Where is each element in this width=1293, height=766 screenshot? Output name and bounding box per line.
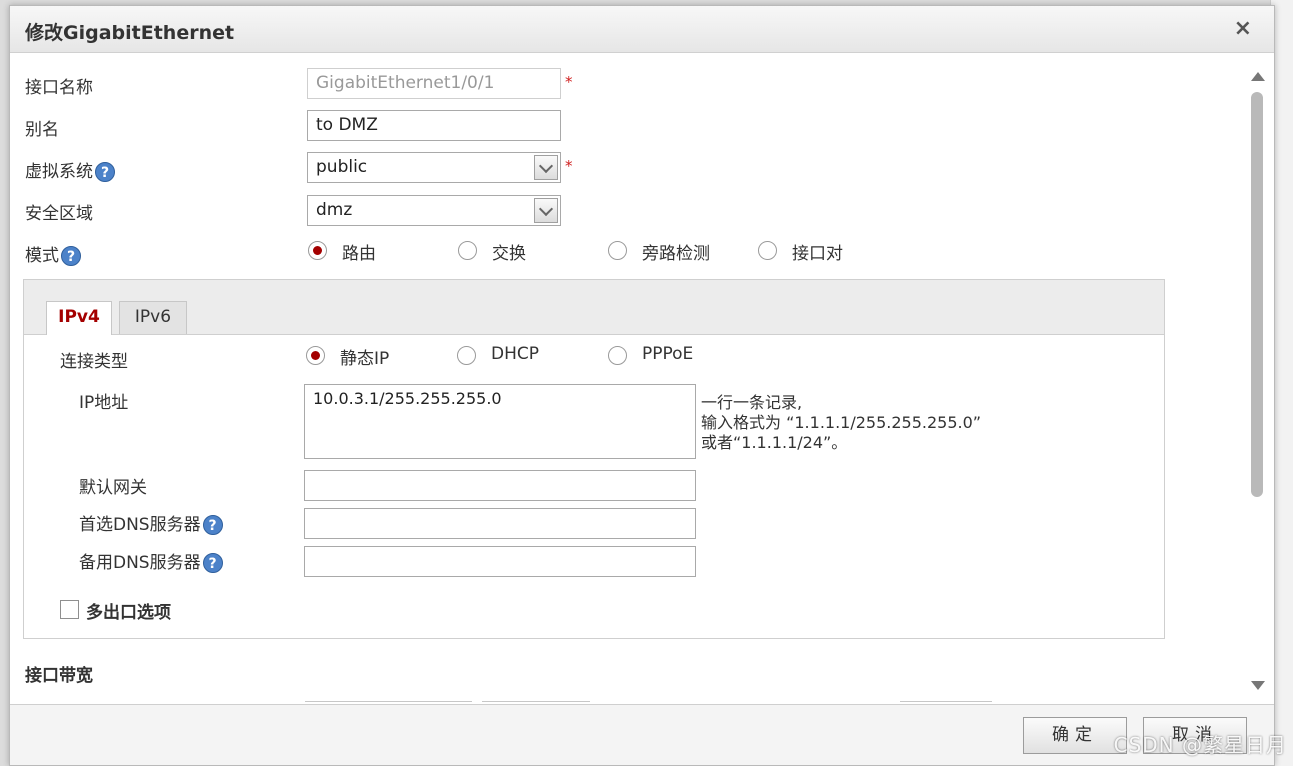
bandwidth-field-edge: [305, 701, 472, 702]
help-icon[interactable]: ?: [61, 246, 81, 266]
dns1-input[interactable]: [304, 508, 696, 539]
scroll-thumb[interactable]: [1251, 92, 1263, 497]
vsys-select-value: public: [316, 157, 368, 177]
conn-pppoe-label: PPPoE: [642, 344, 694, 364]
vsys-label-text: 虚拟系统: [25, 162, 93, 182]
ip-hint-line2: 输入格式为 “1.1.1.1/255.255.255.0”: [701, 413, 982, 432]
mode-route-label: 路由: [342, 244, 376, 264]
vsys-select[interactable]: public: [307, 152, 561, 183]
gateway-input[interactable]: [304, 470, 696, 501]
mode-pair-label: 接口对: [792, 244, 843, 264]
zone-label: 安全区域: [25, 204, 93, 224]
multi-exit-label: 多出口选项: [86, 603, 171, 623]
tab-ipv6[interactable]: IPv6: [119, 301, 187, 334]
zone-select-value: dmz: [316, 200, 353, 220]
ok-button[interactable]: 确定: [1023, 717, 1127, 754]
ip-hint-line3: 或者“1.1.1.1/24”。: [701, 433, 848, 452]
alias-input[interactable]: to DMZ: [307, 110, 561, 141]
mode-label-text: 模式: [25, 246, 59, 266]
dialog-content: 接口名称 GigabitEthernet1/0/1 * 别名 to DMZ 虚拟…: [10, 53, 1250, 705]
chevron-down-icon[interactable]: [534, 155, 558, 180]
dns2-label: 备用DNS服务器?: [79, 548, 223, 573]
bandwidth-section-title: 接口带宽: [25, 666, 93, 686]
multi-exit-checkbox[interactable]: [60, 600, 79, 619]
mode-pair-radio[interactable]: [758, 241, 777, 260]
edit-interface-dialog: 修改GigabitEthernet × 接口名称 GigabitEthernet…: [9, 5, 1275, 766]
dialog-footer: 确定 取消: [10, 704, 1274, 765]
conn-pppoe-radio[interactable]: [608, 346, 627, 365]
watermark: CSDN @繁星日月: [1113, 733, 1287, 757]
mode-bypass-label: 旁路检测: [642, 244, 710, 264]
ip-hint-line1: 一行一条记录,: [701, 393, 803, 412]
help-icon[interactable]: ?: [202, 553, 223, 573]
mode-route-radio[interactable]: [308, 241, 327, 260]
conn-static-label: 静态IP: [340, 349, 390, 369]
ip-settings-panel: IPv4 IPv6 连接类型 静态IP DHCP PPPoE IP地址 10.0…: [23, 279, 1165, 639]
mode-switch-radio[interactable]: [458, 241, 477, 260]
conn-static-radio[interactable]: [306, 346, 325, 365]
help-icon[interactable]: ?: [202, 515, 223, 535]
tab-ipv4[interactable]: IPv4: [46, 301, 112, 335]
ip-address-textarea[interactable]: 10.0.3.1/255.255.255.0: [304, 384, 696, 459]
dns1-label: 首选DNS服务器?: [79, 510, 223, 535]
vsys-label: 虚拟系统?: [25, 157, 115, 182]
gateway-label: 默认网关: [79, 478, 147, 498]
required-marker: *: [565, 73, 573, 91]
dns2-label-text: 备用DNS服务器: [79, 553, 201, 573]
mode-bypass-radio[interactable]: [608, 241, 627, 260]
zone-select[interactable]: dmz: [307, 195, 561, 226]
mode-switch-label: 交换: [492, 244, 526, 264]
close-icon[interactable]: ×: [1234, 16, 1252, 41]
scroll-down-icon[interactable]: [1251, 681, 1265, 690]
bandwidth-field-edge: [482, 701, 590, 702]
interface-name-label: 接口名称: [25, 78, 93, 98]
scroll-up-icon[interactable]: [1251, 72, 1265, 81]
bandwidth-field-edge: [900, 701, 992, 702]
chevron-down-icon[interactable]: [534, 198, 558, 223]
ip-tab-bar: IPv4 IPv6: [24, 280, 1164, 335]
conn-dhcp-label: DHCP: [491, 344, 539, 364]
conn-dhcp-radio[interactable]: [457, 346, 476, 365]
interface-name-field: GigabitEthernet1/0/1: [307, 68, 561, 99]
dns2-input[interactable]: [304, 546, 696, 577]
conn-type-label: 连接类型: [60, 352, 128, 372]
required-marker: *: [565, 157, 573, 175]
ip-format-hint: 一行一条记录, 输入格式为 “1.1.1.1/255.255.255.0” 或者…: [701, 393, 981, 453]
dialog-scrollbar[interactable]: [1248, 64, 1268, 694]
mode-label: 模式?: [25, 241, 81, 266]
dialog-title: 修改GigabitEthernet: [25, 22, 235, 44]
dialog-titlebar: 修改GigabitEthernet ×: [10, 6, 1274, 53]
ip-address-label: IP地址: [79, 393, 129, 413]
help-icon[interactable]: ?: [95, 162, 115, 182]
alias-label: 别名: [25, 120, 59, 140]
dns1-label-text: 首选DNS服务器: [79, 515, 201, 535]
